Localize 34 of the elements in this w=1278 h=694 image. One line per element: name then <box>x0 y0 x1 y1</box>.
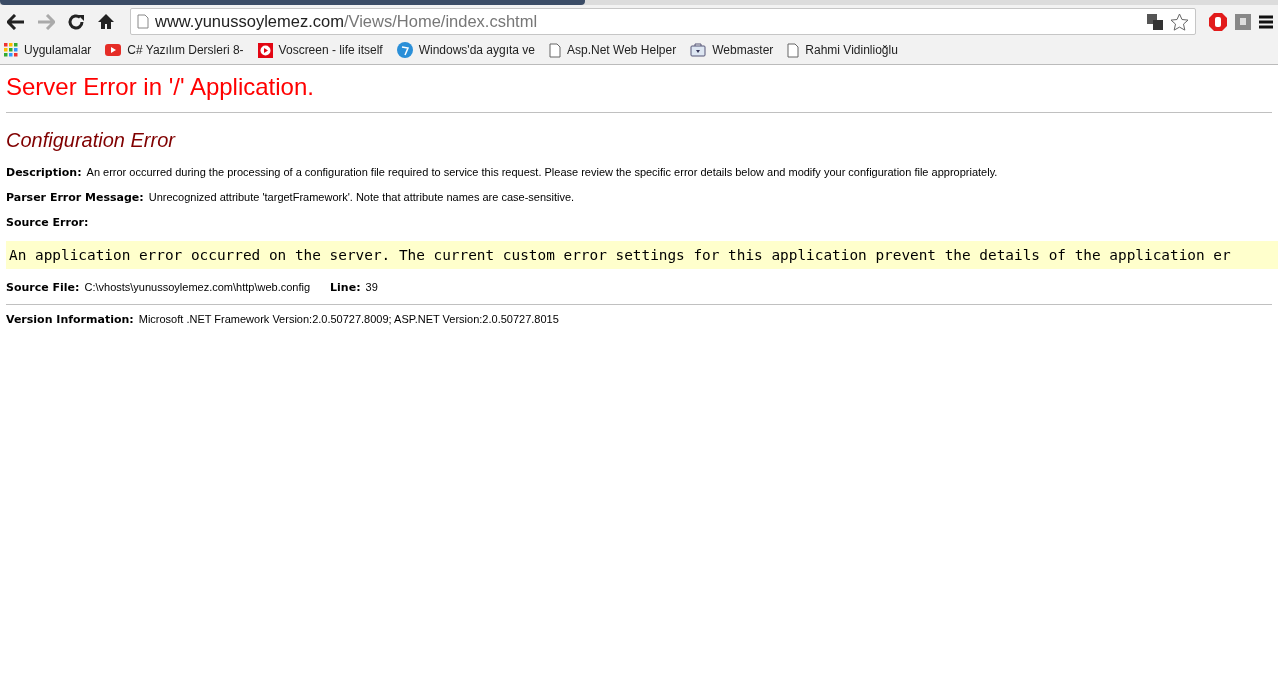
source-file-label: Source File: <box>6 281 80 294</box>
address-bar[interactable]: www.yunussoylemez.com/Views/Home/index.cshtml <box>130 8 1196 35</box>
bookmark[interactable]: C# Yazılım Dersleri 8- <box>105 43 244 57</box>
toolbox-icon <box>690 43 707 57</box>
source-error-label: Source Error: <box>6 216 89 229</box>
line-number: 39 <box>365 281 378 293</box>
extension-icon[interactable] <box>1234 12 1252 31</box>
stop-hand-icon[interactable] <box>1208 11 1228 32</box>
star-icon[interactable] <box>1170 12 1189 31</box>
bookmark[interactable]: Rahmi Vidinlioğlu <box>787 42 898 58</box>
play-icon <box>105 44 122 56</box>
page-title: Server Error in '/' Application. <box>6 73 315 101</box>
bookmark[interactable]: Webmaster <box>690 43 774 57</box>
play-icon <box>257 42 273 58</box>
line-label: Line: <box>330 281 361 294</box>
version-label: Version Information: <box>6 313 134 326</box>
parser-error-label: Parser Error Message: <box>6 191 144 204</box>
parser-error-text: Unrecognized attribute 'targetFramework'. Note that attribute names are case-sensitive. <box>148 191 575 203</box>
page-icon <box>787 42 800 58</box>
bookmark[interactable]: Asp.Net Web Helper <box>549 42 677 58</box>
description-label: Description: <box>6 166 82 179</box>
description-text: An error occurred during the processing of a configuration file required to service this request. Please review the specific error details below and modify your configuration file appropriately. <box>86 166 998 178</box>
bookmark[interactable]: Windows'da aygıta ve <box>396 42 535 58</box>
source-error-block: An application error occurred on the server. The current custom error settings for this application prevent the details of the application er <box>6 241 1278 269</box>
error-heading: Configuration Error <box>6 129 177 152</box>
page-icon <box>549 42 561 58</box>
menu-icon[interactable] <box>1258 14 1274 29</box>
bookmark[interactable]: Voscreen - life itself <box>257 42 383 58</box>
source-file-path: C:\vhosts\yunussoylemez.com\http\web.config <box>84 281 311 293</box>
page-icon <box>137 14 149 29</box>
apps-grid-icon <box>4 43 18 57</box>
globe-icon <box>396 42 413 58</box>
bookmark[interactable]: Uygulamalar <box>4 43 92 57</box>
version-text: Microsoft .NET Framework Version:2.0.50727.8009; ASP.NET Version:2.0.50727.8015 <box>138 313 559 325</box>
